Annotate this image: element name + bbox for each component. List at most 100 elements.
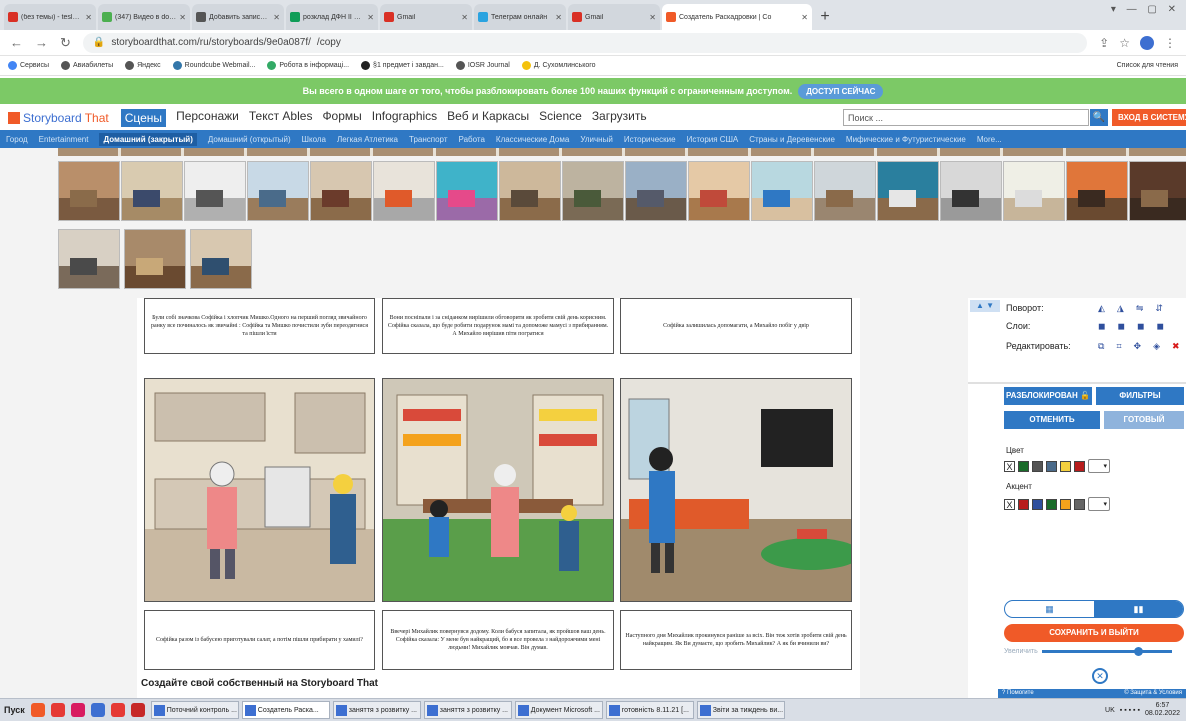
taskbar-task[interactable]: заняття з розвитку ...: [332, 701, 421, 719]
no-color-swatch[interactable]: X: [1004, 460, 1015, 472]
scene-living-room[interactable]: [620, 378, 852, 602]
taskbar-task[interactable]: Поточний контроль ...: [150, 701, 239, 719]
close-tab-icon[interactable]: ✕: [461, 13, 468, 22]
bring-front-icon[interactable]: ◼: [1098, 321, 1105, 332]
grid-view-icon[interactable]: ▦: [1005, 601, 1094, 617]
scene-kitchen[interactable]: [144, 378, 375, 602]
scene-thumbnail[interactable]: [814, 161, 876, 221]
bookmark-item[interactable]: Roundcube Webmail...: [172, 61, 255, 70]
bookmark-item[interactable]: Робота в інформаці...: [267, 61, 349, 70]
nav-item[interactable]: Сцены: [120, 109, 167, 127]
yandex-icon[interactable]: [50, 703, 65, 717]
close-tab-icon[interactable]: ✕: [555, 13, 562, 22]
taskbar-task[interactable]: Документ Microsoft ...: [514, 701, 603, 719]
pose-icon[interactable]: ✥: [1134, 341, 1142, 352]
accent-swatch[interactable]: [1060, 498, 1071, 510]
explorer-icon[interactable]: [90, 703, 105, 717]
filters-button[interactable]: ФИЛЬТРЫ: [1096, 387, 1184, 405]
accent-swatch[interactable]: [1032, 498, 1043, 510]
clock[interactable]: 6:57 08.02.2022: [1145, 702, 1180, 718]
category-tab[interactable]: Работа: [459, 135, 485, 144]
category-tab[interactable]: Домашний (закрытый): [99, 132, 197, 146]
color-swatch[interactable]: [1074, 460, 1085, 472]
scene-thumbnail[interactable]: [121, 161, 183, 221]
share-icon[interactable]: ⇪: [1099, 36, 1109, 50]
category-tab[interactable]: История США: [687, 135, 739, 144]
category-tab[interactable]: Мифические и Футуристические: [846, 135, 966, 144]
category-tab[interactable]: Домашний (открытый): [208, 135, 291, 144]
nav-item[interactable]: Персонажи: [176, 109, 239, 127]
bookmark-item[interactable]: IOSR Journal: [455, 61, 510, 70]
category-tab[interactable]: Классические Дома: [496, 135, 569, 144]
nav-item[interactable]: Формы: [322, 109, 361, 127]
other-bookmarks[interactable]: Список для чтения: [1117, 62, 1178, 69]
erase-icon[interactable]: ◈: [1153, 341, 1160, 352]
accent-swatch[interactable]: [1018, 498, 1029, 510]
no-color-swatch[interactable]: X: [1004, 498, 1015, 510]
footer-note[interactable]: Создайте свой собственный на Storyboard …: [141, 678, 378, 689]
scene-thumbnail[interactable]: [877, 161, 939, 221]
delete-icon[interactable]: ✖: [1172, 341, 1180, 352]
start-button[interactable]: Пуск: [4, 705, 25, 715]
window-controls[interactable]: ▾ — ▢ ✕: [1111, 4, 1180, 15]
new-tab-button[interactable]: +: [814, 8, 836, 26]
taskbar-task[interactable]: готовність 8.11.21 [...: [605, 701, 694, 719]
search-icon[interactable]: 🔍: [1090, 109, 1108, 126]
category-tab[interactable]: Страны и Деревенские: [749, 135, 835, 144]
star-icon[interactable]: ☆: [1119, 36, 1130, 50]
scene-thumbnail[interactable]: [688, 161, 750, 221]
color-swatch[interactable]: [1060, 460, 1071, 472]
tray-icons[interactable]: ▪ ▪ ▪ ▪ ▪: [1120, 707, 1140, 714]
browser-tab[interactable]: Gmail ✕: [380, 4, 472, 30]
profile-avatar[interactable]: [1140, 35, 1154, 50]
browser-tab[interactable]: (без темы) - teslenkosvetlana✕: [4, 4, 96, 30]
scene-thumbnail[interactable]: [1129, 161, 1186, 221]
scene-thumbnail[interactable]: [1003, 161, 1065, 221]
category-tab[interactable]: Город: [6, 135, 28, 144]
edit-tools[interactable]: ⧉ ⌗ ✥ ◈ ✖: [1098, 338, 1180, 354]
text-cell-1[interactable]: Були собі значкова Софійка і хлопчик Миш…: [144, 298, 375, 354]
taskbar-task[interactable]: Создатель Раска...: [241, 701, 330, 719]
access-now-button[interactable]: ДОСТУП СЕЙЧАС: [798, 83, 884, 99]
scene-thumbnail[interactable]: [1066, 161, 1128, 221]
flip-icon[interactable]: ⇋: [1136, 303, 1144, 314]
bookmark-item[interactable]: Яндекс: [125, 61, 161, 70]
nav-item[interactable]: Infographics: [372, 109, 437, 127]
reload-icon[interactable]: ↻: [60, 35, 71, 51]
forward-icon[interactable]: →: [35, 35, 48, 50]
scene-thumbnail[interactable]: [124, 229, 186, 289]
scene-thumbnail[interactable]: [58, 161, 120, 221]
layer-tools[interactable]: ◼ ◼ ◼ ◼: [1098, 318, 1164, 334]
yandex-browser-icon[interactable]: [110, 703, 125, 717]
nav-item[interactable]: Текст Ables: [249, 109, 313, 127]
scene-library-room[interactable]: [382, 378, 614, 602]
rotate-left-icon[interactable]: ◭: [1098, 303, 1105, 314]
menu-icon[interactable]: ⋮: [1164, 36, 1176, 50]
storyboardthat-logo[interactable]: Storyboard That: [8, 111, 109, 125]
close-tab-icon[interactable]: ✕: [179, 13, 186, 22]
browser-tab[interactable]: Добавить запись - Факультет✕: [192, 4, 284, 30]
category-tab[interactable]: Транспорт: [409, 135, 447, 144]
text-cell-4[interactable]: Софійка разом із бабусею приготували сал…: [144, 610, 375, 670]
text-cell-5[interactable]: Ввечері Михайлик повернувся додому. Коли…: [382, 610, 614, 670]
zoom-slider-knob[interactable]: [1133, 647, 1143, 656]
cancel-button[interactable]: ОТМЕНИТЬ: [1004, 411, 1100, 429]
browser-tab[interactable]: Gmail ✕: [568, 4, 660, 30]
close-tab-icon[interactable]: ✕: [649, 13, 656, 22]
color-swatch[interactable]: [1046, 460, 1057, 472]
category-tab[interactable]: Уличный: [580, 135, 613, 144]
taskbar-task[interactable]: заняття з розвитку ...: [423, 701, 512, 719]
url-field[interactable]: 🔒 storyboardthat.com/ru/storyboards/9e0a…: [82, 32, 1088, 53]
scene-thumbnail[interactable]: [625, 161, 687, 221]
ready-button[interactable]: ГОТОВЫЙ: [1104, 411, 1184, 429]
crop-icon[interactable]: ⌗: [1116, 341, 1121, 352]
text-cell-6[interactable]: Наступного дня Михайлик прокинувся раніш…: [620, 610, 852, 670]
list-view-icon[interactable]: ▮▮: [1094, 601, 1183, 617]
opera-icon[interactable]: [130, 703, 145, 717]
view-toggle[interactable]: ▦ ▮▮: [1004, 600, 1184, 618]
color-swatch[interactable]: [1018, 460, 1029, 472]
save-exit-button[interactable]: СОХРАНИТЬ И ВЫЙТИ: [1004, 624, 1184, 642]
back-icon[interactable]: ←: [10, 35, 23, 50]
nav-item[interactable]: Веб и Каркасы: [447, 109, 529, 127]
scene-thumbnail[interactable]: [940, 161, 1002, 221]
